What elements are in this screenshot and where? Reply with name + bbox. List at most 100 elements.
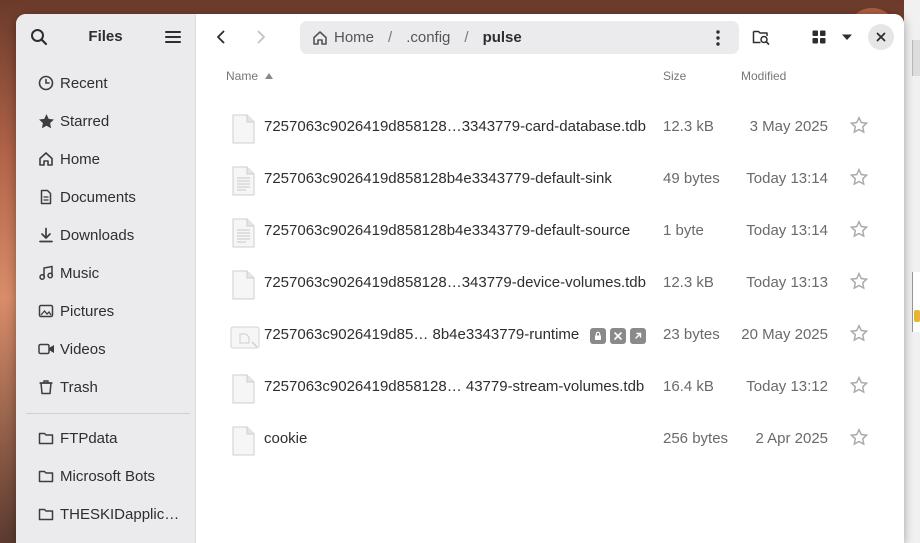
- picture-icon: [32, 303, 60, 319]
- sidebar-item-music[interactable]: Music: [24, 256, 190, 290]
- breadcrumb-separator: /: [464, 29, 469, 46]
- sidebar-item-downloads[interactable]: Downloads: [24, 218, 190, 252]
- sidebar-item-label: Documents: [60, 188, 136, 206]
- sidebar-item-label: FTPdata: [60, 429, 118, 447]
- background-window-fragment: [904, 0, 920, 543]
- breadcrumb-config[interactable]: .config: [406, 21, 450, 54]
- column-header-modified[interactable]: Modified: [741, 66, 786, 86]
- sidebar-item-label: Trash: [60, 378, 98, 396]
- home-icon: [313, 30, 327, 45]
- sidebar-item-home[interactable]: Home: [24, 142, 190, 176]
- close-icon: [876, 32, 886, 42]
- grid-icon: [812, 30, 826, 44]
- grid-view-button[interactable]: [804, 22, 834, 52]
- sort-ascending-icon: [265, 73, 274, 79]
- file-size: 16.4 kB: [663, 378, 714, 395]
- file-row[interactable]: 7257063c9026419d85… 8b4e3343779-runtime …: [224, 309, 884, 361]
- sidebar-item-label: Microsoft Bots: [60, 467, 156, 485]
- path-menu-button[interactable]: [703, 23, 733, 53]
- sidebar-divider: [26, 413, 190, 414]
- main-menu-button[interactable]: [158, 22, 188, 52]
- sidebar-item-label: Pictures: [60, 302, 115, 320]
- sidebar-item-trash[interactable]: Trash: [24, 370, 190, 404]
- files-window: Files Recent Starred Home Documents Down…: [16, 14, 904, 543]
- text-file-icon: [232, 218, 255, 248]
- breadcrumb-current[interactable]: pulse: [483, 21, 522, 54]
- search-in-folder-button[interactable]: [746, 22, 776, 52]
- chevron-right-icon: [257, 30, 265, 44]
- file-row[interactable]: cookie 256 bytes 2 Apr 2025: [224, 413, 884, 465]
- file-name: 7257063c9026419d858128b4e3343779-default…: [264, 222, 631, 239]
- file-name: 7257063c9026419d858128b4e3343779-default…: [264, 170, 612, 187]
- file-size: 1 byte: [663, 222, 704, 239]
- star-icon: [850, 168, 868, 186]
- video-icon: [32, 341, 60, 357]
- folder-search-icon: [752, 30, 770, 45]
- sidebar: Files Recent Starred Home Documents Down…: [16, 14, 196, 543]
- file-name: 7257063c9026419d858128…343779-device-vol…: [264, 274, 646, 291]
- star-icon: [850, 116, 868, 134]
- chevron-left-icon: [217, 30, 225, 44]
- breadcrumb-home[interactable]: Home: [312, 21, 374, 54]
- file-modified: 2 Apr 2025: [755, 430, 828, 447]
- sidebar-item-label: Videos: [60, 340, 106, 358]
- file-row[interactable]: 7257063c9026419d858128… 43779-stream-vol…: [224, 361, 884, 413]
- download-icon: [32, 227, 60, 243]
- sidebar-item-label: THESKIDapplic…: [60, 505, 180, 523]
- text-file-icon: [232, 166, 255, 196]
- home-icon: [32, 151, 60, 167]
- main-view: Home / .config / pulse Name Size Modifie…: [196, 14, 904, 543]
- sidebar-item-documents[interactable]: Documents: [24, 180, 190, 214]
- file-modified: Today 13:12: [746, 378, 828, 395]
- symlink-icon: [630, 328, 646, 344]
- star-icon: [850, 220, 868, 238]
- broken-link-icon: [230, 326, 260, 349]
- file-size: 23 bytes: [663, 326, 720, 343]
- star-icon: [850, 428, 868, 446]
- folder-icon: [32, 468, 60, 484]
- back-button[interactable]: [206, 22, 236, 52]
- unreadable-icon: [610, 328, 626, 344]
- sidebar-item-videos[interactable]: Videos: [24, 332, 190, 366]
- file-row[interactable]: 7257063c9026419d858128…343779-device-vol…: [224, 257, 884, 309]
- file-size: 49 bytes: [663, 170, 720, 187]
- sidebar-item-starred[interactable]: Starred: [24, 104, 190, 138]
- view-options-button[interactable]: [834, 22, 860, 52]
- sidebar-item-theskidapplic[interactable]: THESKIDapplic…: [24, 497, 190, 531]
- sidebar-item-label: Downloads: [60, 226, 135, 244]
- file-row[interactable]: 7257063c9026419d858128b4e3343779-default…: [224, 205, 884, 257]
- sidebar-item-label: Starred: [60, 112, 110, 130]
- column-header-name[interactable]: Name: [226, 66, 274, 86]
- vertical-dots-icon: [716, 30, 720, 46]
- close-button[interactable]: [868, 24, 894, 50]
- file-row[interactable]: 7257063c9026419d858128b4e3343779-default…: [224, 153, 884, 205]
- chevron-down-icon: [842, 34, 852, 40]
- file-modified: Today 13:13: [746, 274, 828, 291]
- sidebar-header: Files: [16, 14, 195, 60]
- star-icon: [850, 324, 868, 342]
- folder-icon: [32, 430, 60, 446]
- file-row[interactable]: 7257063c9026419d858128…3343779-card-data…: [224, 101, 884, 153]
- file-size: 256 bytes: [663, 430, 729, 447]
- file-icon: [232, 114, 255, 144]
- sidebar-item-pictures[interactable]: Pictures: [24, 294, 190, 328]
- sidebar-item-label: Home: [60, 150, 101, 168]
- lock-icon: [590, 328, 606, 344]
- sidebar-item-label: Recent: [60, 74, 108, 92]
- sidebar-item-ftpdata[interactable]: FTPdata: [24, 421, 190, 455]
- column-header-size[interactable]: Size: [663, 66, 686, 86]
- hamburger-icon: [165, 31, 181, 43]
- breadcrumb-home-label: Home: [334, 29, 375, 46]
- forward-button[interactable]: [246, 22, 276, 52]
- path-bar: Home / .config / pulse: [300, 21, 739, 54]
- sidebar-item-microsoft-bots[interactable]: Microsoft Bots: [24, 459, 190, 493]
- file-name: 7257063c9026419d85… 8b4e3343779-runtime: [264, 326, 580, 343]
- file-name: 7257063c9026419d858128…3343779-card-data…: [264, 118, 646, 135]
- star-icon: [32, 113, 60, 130]
- music-icon: [32, 265, 60, 281]
- folder-icon: [32, 506, 60, 522]
- file-name: 7257063c9026419d858128… 43779-stream-vol…: [264, 378, 645, 395]
- file-emblems: [590, 328, 646, 344]
- header-bar: Home / .config / pulse: [196, 14, 904, 60]
- sidebar-item-recent[interactable]: Recent: [24, 66, 190, 100]
